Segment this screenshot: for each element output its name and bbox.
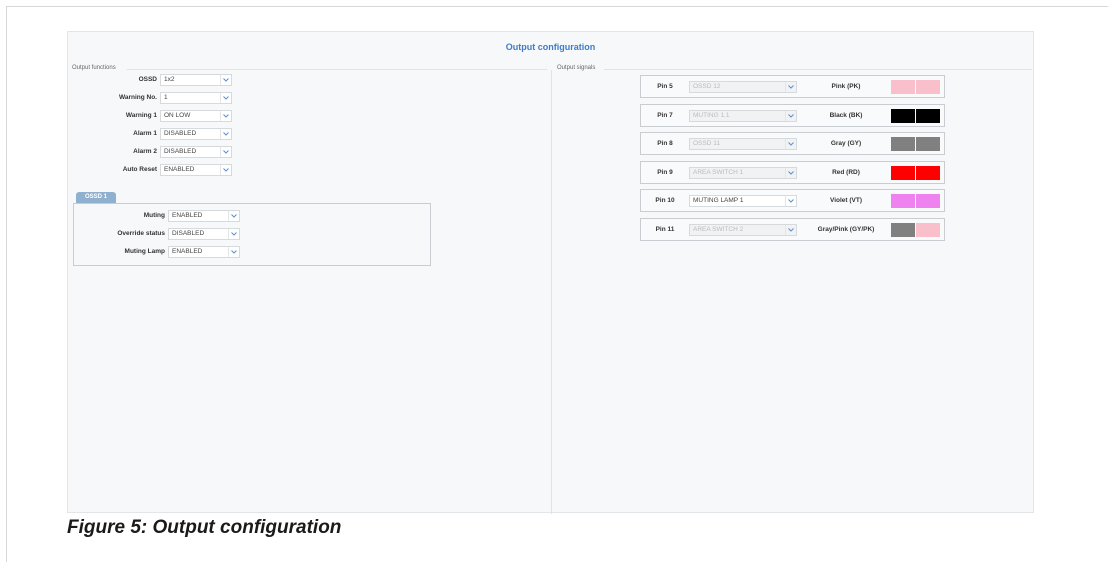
signal-select: OSSD 11 xyxy=(689,138,797,150)
signal-select-value: MUTING 1.1 xyxy=(693,111,730,119)
field-select[interactable]: ENABLED xyxy=(160,164,232,176)
signal-select: AREA SWITCH 2 xyxy=(689,223,797,236)
field-label: Auto Reset xyxy=(122,166,157,173)
field-select[interactable]: ENABLED xyxy=(168,246,240,258)
wire-color-swatch xyxy=(916,194,940,208)
field-select[interactable]: 1x2 xyxy=(160,74,232,86)
panel-title: Output configuration xyxy=(505,42,596,52)
wire-color-swatch xyxy=(891,80,915,94)
signal-select-value: AREA SWITCH 1 xyxy=(693,168,744,176)
wire-color-swatch xyxy=(916,108,940,123)
figure-caption: Figure 5: Output configuration xyxy=(67,517,342,538)
field-select-value: ON LOW xyxy=(164,112,191,119)
field-select-value: ENABLED xyxy=(172,212,203,219)
signal-select-value: OSSD 11 xyxy=(693,140,720,147)
field-label: Warning No. xyxy=(118,94,157,101)
signal-select-value: AREA SWITCH 2 xyxy=(693,225,744,233)
chevron-down-icon[interactable] xyxy=(220,147,231,157)
chevron-down-icon xyxy=(785,82,796,92)
wire-color-name: Violet (VT) xyxy=(829,197,863,204)
wire-color-name: Gray/Pink (GY/PK) xyxy=(817,225,875,233)
field-label: Muting xyxy=(143,212,165,219)
wire-color-swatch xyxy=(916,137,940,151)
chevron-down-icon[interactable] xyxy=(220,93,231,103)
signal-select: OSSD 12 xyxy=(689,81,797,93)
field-select[interactable]: DISABLED xyxy=(168,228,240,240)
signal-select[interactable]: MUTING LAMP 1 xyxy=(689,195,797,207)
section-divider xyxy=(604,69,1032,70)
field-label: Muting Lamp xyxy=(124,248,165,255)
pin-label: Pin 8 xyxy=(657,140,673,147)
wire-color-swatch xyxy=(891,222,915,237)
output-functions-label: Output functions xyxy=(72,65,116,71)
pin-row: Pin 9 AREA SWITCH 1 Red (RD) xyxy=(640,160,945,184)
signal-select-value: MUTING LAMP 1 xyxy=(693,197,744,204)
pin-row: Pin 10 MUTING LAMP 1 Violet (VT) xyxy=(640,189,945,212)
field-select-value: DISABLED xyxy=(164,148,197,155)
chevron-down-icon[interactable] xyxy=(220,129,231,139)
field-label: Alarm 1 xyxy=(133,130,157,137)
wire-color-swatch xyxy=(916,222,940,237)
pin-label: Pin 7 xyxy=(657,111,673,119)
wire-color-name: Red (RD) xyxy=(832,168,860,176)
chevron-down-icon[interactable] xyxy=(228,229,239,239)
section-divider xyxy=(127,69,547,70)
chevron-down-icon xyxy=(785,110,796,121)
column-divider xyxy=(551,70,552,514)
field-select[interactable]: ON LOW xyxy=(160,110,232,122)
pin-row: Pin 5 OSSD 12 Pink (PK) xyxy=(640,75,945,98)
field-select[interactable]: DISABLED xyxy=(160,128,232,140)
pin-label: Pin 9 xyxy=(657,168,673,176)
field-label: Alarm 2 xyxy=(133,148,157,155)
wire-color-swatch xyxy=(891,108,915,123)
field-label: OSSD xyxy=(138,76,157,83)
field-select-value: 1x2 xyxy=(164,76,175,83)
pin-label: Pin 5 xyxy=(657,83,673,90)
pin-label: Pin 10 xyxy=(655,197,675,204)
wire-color-swatch xyxy=(891,165,915,180)
field-select-value: DISABLED xyxy=(164,130,197,137)
wire-color-swatch xyxy=(891,137,915,151)
pin-row: Pin 7 MUTING 1.1 Black (BK) xyxy=(640,103,945,127)
wire-color-name: Gray (GY) xyxy=(830,140,862,147)
signal-select: MUTING 1.1 xyxy=(689,109,797,122)
chevron-down-icon[interactable] xyxy=(220,111,231,121)
chevron-down-icon xyxy=(785,139,796,149)
field-select[interactable]: 1 xyxy=(160,92,232,104)
field-select[interactable]: ENABLED xyxy=(168,210,240,222)
chevron-down-icon[interactable] xyxy=(228,211,239,221)
field-select-value: DISABLED xyxy=(172,230,205,237)
pin-row: Pin 11 AREA SWITCH 2 Gray/Pink (GY/PK) xyxy=(640,217,945,241)
field-select-value: ENABLED xyxy=(164,166,195,173)
wire-color-swatch xyxy=(916,165,940,180)
output-signals-label: Output signals xyxy=(557,65,596,71)
field-label: Warning 1 xyxy=(125,112,157,119)
field-select[interactable]: DISABLED xyxy=(160,146,232,158)
chevron-down-icon xyxy=(785,167,796,178)
page-border xyxy=(6,6,7,562)
field-label: Override status xyxy=(117,230,165,237)
chevron-down-icon[interactable] xyxy=(220,165,231,175)
wire-color-name: Pink (PK) xyxy=(831,83,861,90)
field-select-value: ENABLED xyxy=(172,248,203,255)
wire-color-swatch xyxy=(916,80,940,94)
wire-color-name: Black (BK) xyxy=(829,111,863,119)
page-border xyxy=(6,6,1108,7)
field-select-value: 1 xyxy=(164,94,168,101)
chevron-down-icon xyxy=(785,224,796,235)
pin-row: Pin 8 OSSD 11 Gray (GY) xyxy=(640,132,945,155)
pin-label: Pin 11 xyxy=(655,225,675,233)
tab-ossd-1[interactable]: OSSD 1 xyxy=(76,192,116,203)
chevron-down-icon[interactable] xyxy=(220,75,231,85)
signal-select-value: OSSD 12 xyxy=(693,83,721,90)
chevron-down-icon[interactable] xyxy=(228,247,239,257)
signal-select: AREA SWITCH 1 xyxy=(689,166,797,179)
wire-color-swatch xyxy=(891,194,915,208)
chevron-down-icon[interactable] xyxy=(785,196,796,206)
